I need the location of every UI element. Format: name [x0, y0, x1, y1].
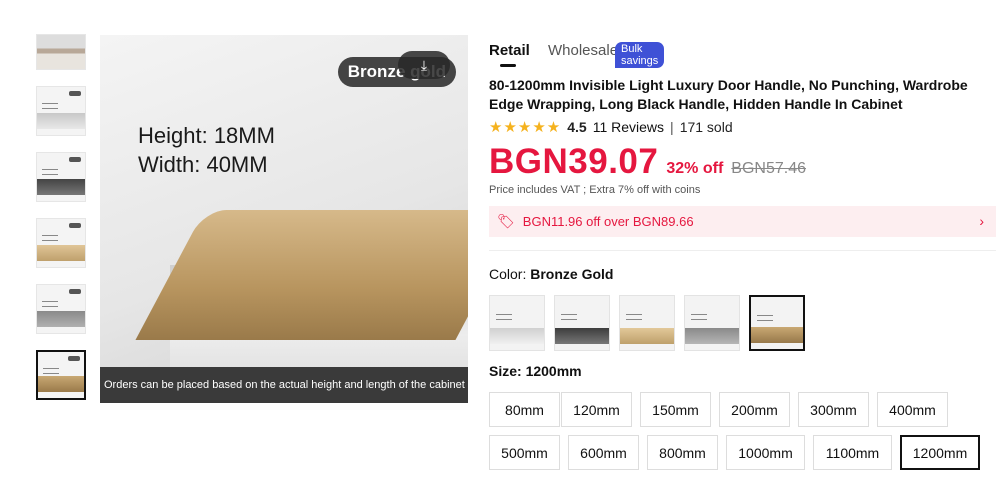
product-title: 80-1200mm Invisible Light Luxury Door Ha… — [489, 77, 968, 112]
separator: | — [670, 119, 674, 135]
thumbnail-3[interactable] — [36, 152, 86, 202]
dimensions-text: Height: 18MM Width: 40MM — [138, 121, 275, 179]
chevron-right-icon: › — [979, 213, 984, 229]
rating-row: ★★★★★ 4.5 11 Reviews | 171 sold — [489, 118, 733, 136]
coupon-text: BGN11.96 off over BGN89.66 — [522, 214, 694, 229]
thumbnail-1[interactable] — [36, 34, 86, 70]
size-option[interactable]: 600mm — [568, 435, 639, 470]
rating-score: 4.5 — [567, 119, 587, 135]
swatch-white[interactable] — [489, 295, 545, 351]
tab-wholesale[interactable]: Wholesale — [548, 42, 618, 59]
bulk-savings-badge: Bulk savings — [615, 42, 665, 68]
thumbnail-4[interactable] — [36, 218, 86, 268]
height-text: Height: 18MM — [138, 123, 275, 148]
width-text: Width: 40MM — [138, 152, 268, 177]
price-row: BGN39.07 32% off BGN57.46 — [489, 142, 806, 182]
size-option[interactable]: 1100mm — [813, 435, 892, 470]
swatch-black[interactable] — [554, 295, 610, 351]
reviews-link[interactable]: 11 Reviews — [593, 119, 664, 135]
size-option[interactable]: 150mm — [640, 392, 711, 427]
size-label: Size: 1200mm — [489, 363, 582, 379]
swatch-bronze-gold[interactable] — [749, 295, 805, 351]
tab-retail[interactable]: Retail — [489, 42, 530, 67]
size-label-text: Size: — [489, 363, 522, 379]
handle-render — [135, 210, 468, 340]
size-selected: 1200mm — [525, 363, 582, 379]
size-option-selected[interactable]: 1200mm — [900, 435, 980, 470]
thumbnail-6[interactable] — [36, 350, 86, 400]
original-price: BGN57.46 — [731, 160, 806, 177]
size-option[interactable]: 400mm — [877, 392, 948, 427]
color-label: Color: Bronze Gold — [489, 266, 613, 282]
vat-note: Price includes VAT ; Extra 7% off with c… — [489, 184, 701, 196]
thumbnail-list — [36, 34, 88, 416]
coupon-tag-icon: 🏷 — [497, 213, 515, 229]
sold-count: 171 sold — [679, 119, 733, 135]
size-option[interactable]: 300mm — [798, 392, 869, 427]
size-option[interactable]: 120mm — [561, 392, 632, 427]
swatch-grey[interactable] — [684, 295, 740, 351]
size-option[interactable]: 800mm — [647, 435, 718, 470]
color-swatches — [489, 295, 814, 351]
star-rating-icon: ★★★★★ — [489, 119, 562, 136]
current-price: BGN39.07 — [489, 142, 659, 181]
size-option[interactable]: 200mm — [719, 392, 790, 427]
download-icon[interactable]: ⤓ — [398, 51, 450, 79]
color-label-text: Color: — [489, 266, 527, 282]
size-option[interactable]: 500mm — [489, 435, 560, 470]
size-option[interactable]: 1000mm — [726, 435, 805, 470]
image-caption: Orders can be placed based on the actual… — [100, 367, 468, 403]
swatch-gold[interactable] — [619, 295, 675, 351]
divider — [489, 250, 996, 251]
main-product-image[interactable]: Height: 18MM Width: 40MM Bronze gold ⤓ O… — [100, 35, 468, 403]
coupon-banner[interactable]: 🏷 BGN11.96 off over BGN89.66 › — [489, 206, 996, 237]
color-selected: Bronze Gold — [530, 266, 614, 282]
discount-percent: 32% off — [666, 160, 724, 177]
thumbnail-2[interactable] — [36, 86, 86, 136]
thumbnail-5[interactable] — [36, 284, 86, 334]
size-option[interactable]: 80mm — [489, 392, 560, 427]
